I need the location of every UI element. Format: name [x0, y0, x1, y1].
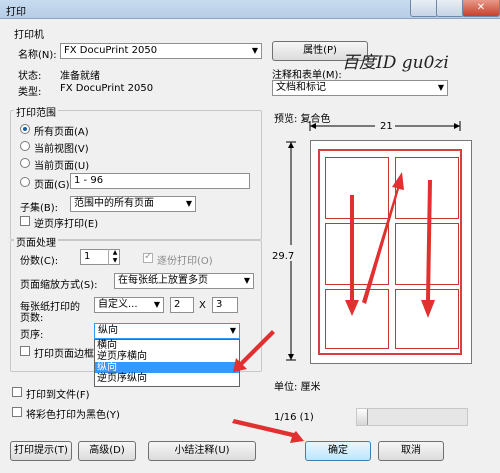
- arrow-preview-1: [345, 195, 359, 316]
- arrow-to-dropdown: [233, 330, 275, 372]
- arrow-to-ok-button: [232, 419, 304, 443]
- arrow-preview-3: [362, 172, 404, 304]
- annotation-arrows: [232, 172, 435, 443]
- arrow-preview-2: [421, 180, 435, 318]
